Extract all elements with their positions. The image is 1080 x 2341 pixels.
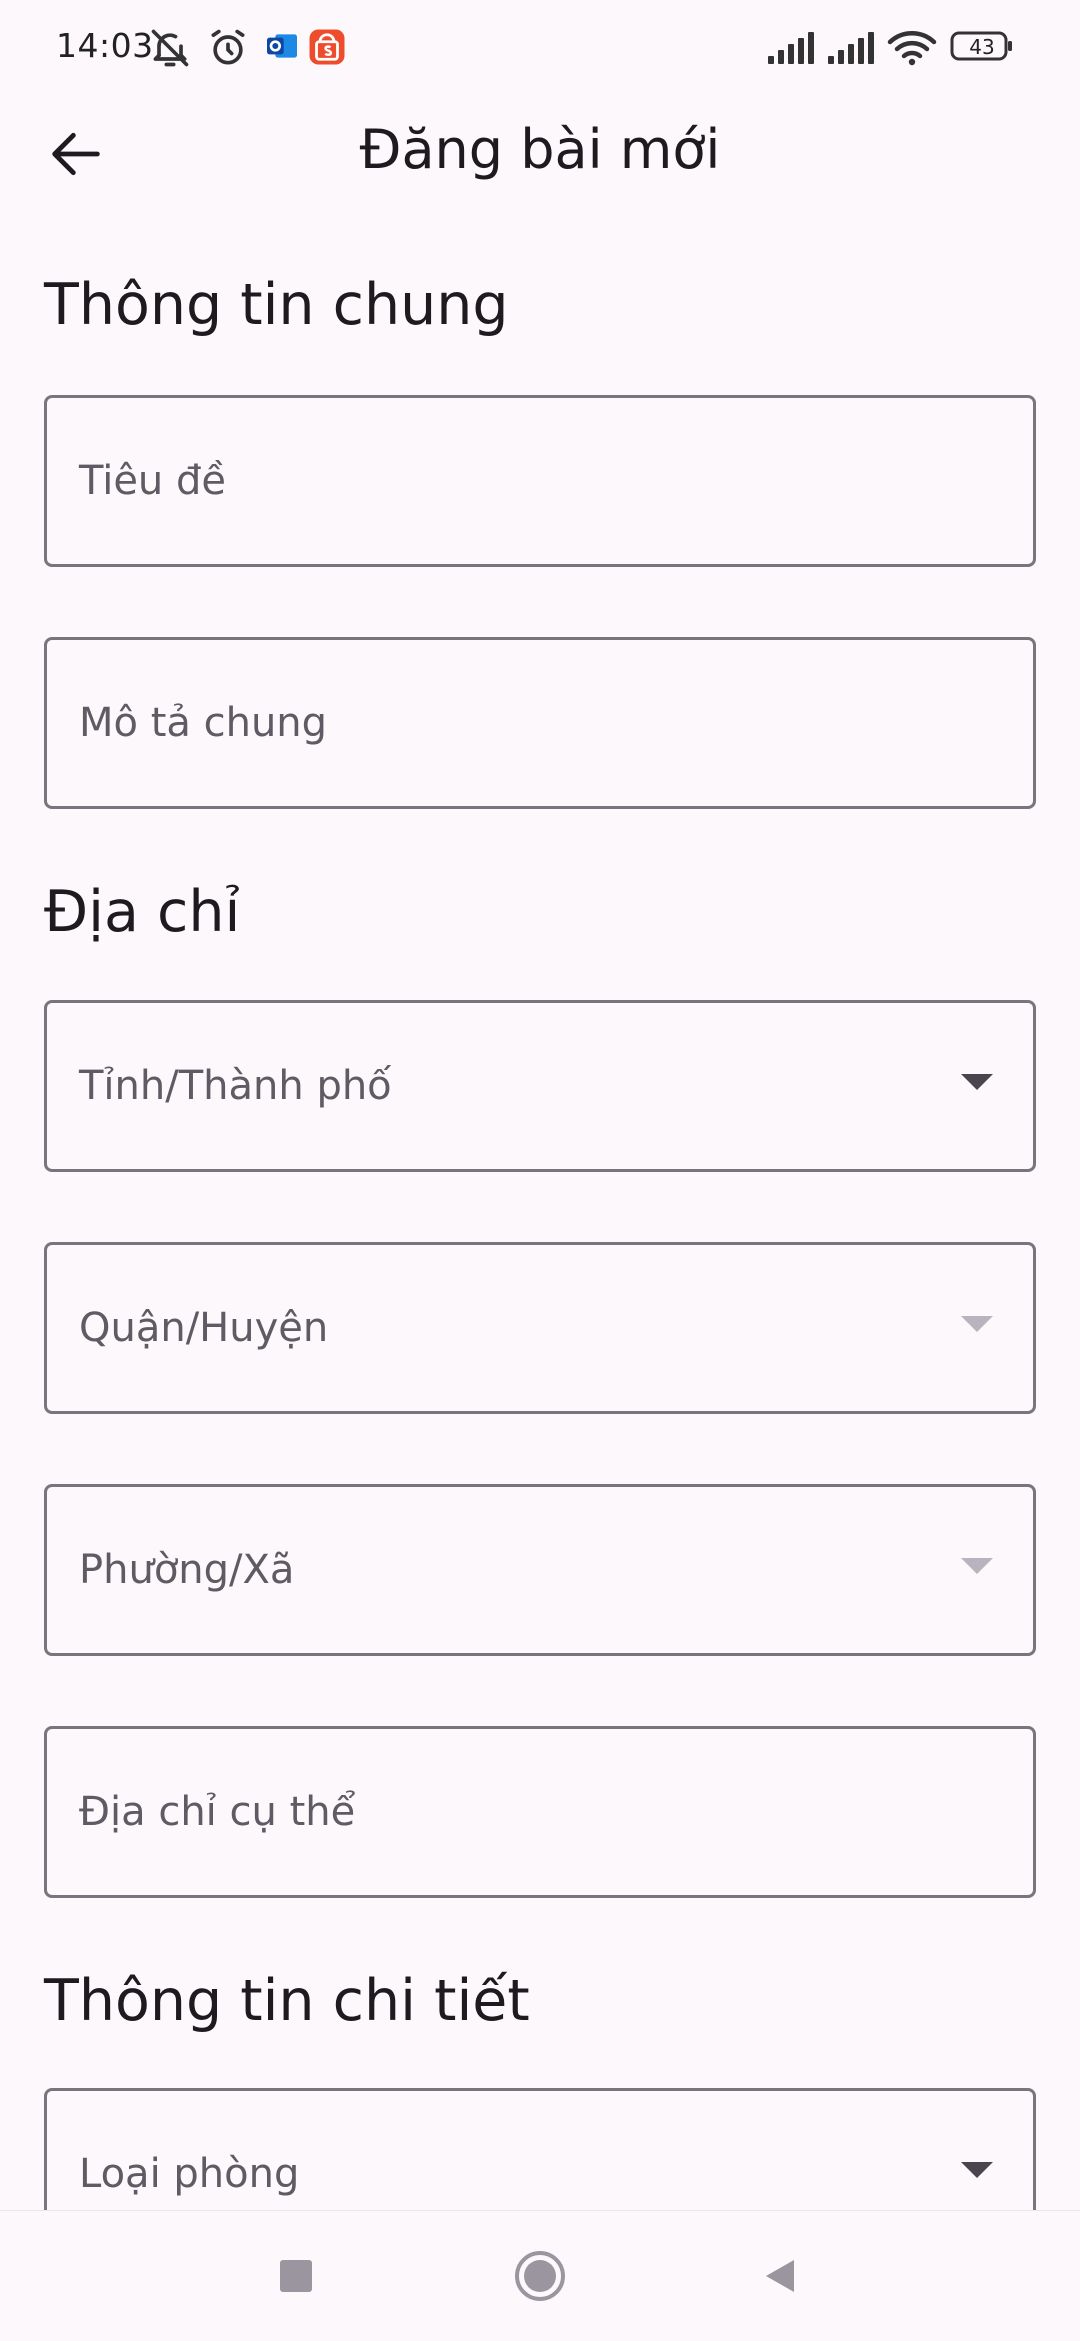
section-title-general: Thông tin chung: [44, 272, 509, 338]
ward-dropdown-placeholder: Phường/Xã: [79, 1547, 295, 1593]
dropdown-arrow-icon: [961, 1074, 993, 1090]
shopee-icon: [306, 26, 350, 70]
dropdown-arrow-icon: [961, 1316, 993, 1332]
district-dropdown[interactable]: Quận/Huyện: [44, 1242, 1036, 1414]
battery-level: 43: [969, 35, 995, 59]
recents-button[interactable]: [256, 2236, 336, 2316]
room-type-dropdown-placeholder: Loại phòng: [79, 2151, 300, 2197]
wifi-icon: [887, 31, 937, 66]
signal-icon: [768, 32, 814, 64]
room-type-dropdown[interactable]: Loại phòng: [44, 2088, 1036, 2210]
province-dropdown-placeholder: Tỉnh/Thành phố: [79, 1063, 392, 1109]
title-input[interactable]: Tiêu đề: [44, 395, 1036, 567]
alarm-icon: [206, 26, 250, 70]
home-icon: [515, 2251, 565, 2301]
street-address-placeholder: Địa chỉ cụ thể: [79, 1789, 356, 1835]
section-title-details: Thông tin chi tiết: [44, 1968, 530, 2034]
dropdown-arrow-icon: [961, 1558, 993, 1574]
signal-icon: [828, 32, 874, 64]
description-input[interactable]: Mô tả chung: [44, 637, 1036, 809]
system-nav-bar: [0, 2210, 1080, 2341]
form-content[interactable]: Thông tin chung Tiêu đề Mô tả chung Địa …: [0, 208, 1080, 2210]
district-dropdown-placeholder: Quận/Huyện: [79, 1305, 329, 1351]
top-app-bar: Đăng bài mới: [0, 96, 1080, 208]
title-input-placeholder: Tiêu đề: [79, 458, 226, 504]
street-address-input[interactable]: Địa chỉ cụ thể: [44, 1726, 1036, 1898]
ward-dropdown[interactable]: Phường/Xã: [44, 1484, 1036, 1656]
recents-icon: [280, 2260, 312, 2292]
province-dropdown[interactable]: Tỉnh/Thành phố: [44, 1000, 1036, 1172]
status-bar: 14:03 43: [0, 0, 1080, 96]
outlook-icon: [262, 26, 306, 70]
home-button[interactable]: [500, 2236, 580, 2316]
back-triangle-icon: [766, 2260, 794, 2292]
page-title: Đăng bài mới: [359, 118, 721, 181]
bell-off-icon: [148, 26, 192, 70]
dropdown-arrow-icon: [961, 2162, 993, 2178]
description-input-placeholder: Mô tả chung: [79, 700, 328, 746]
section-title-address: Địa chỉ: [44, 879, 241, 945]
nav-back-button[interactable]: [740, 2236, 820, 2316]
status-time: 14:03: [56, 26, 154, 65]
